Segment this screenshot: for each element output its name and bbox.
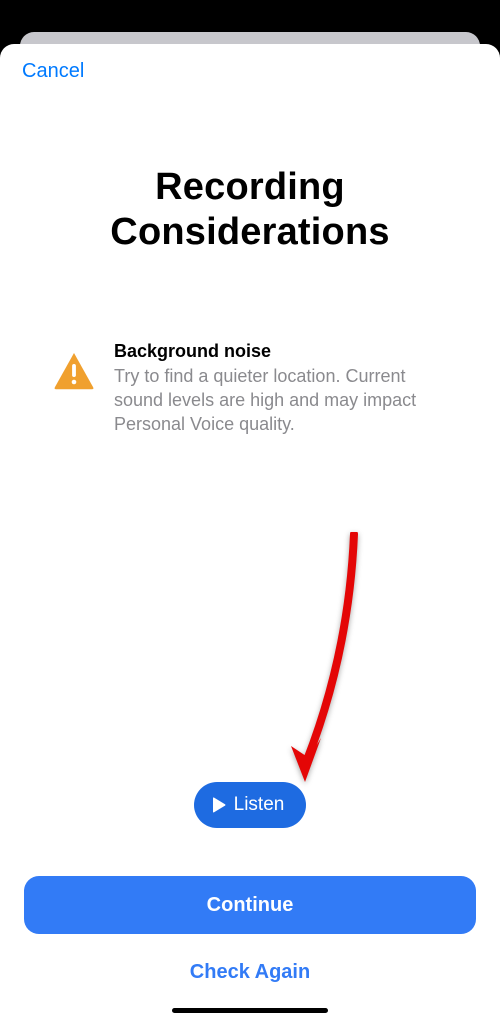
continue-button[interactable]: Continue xyxy=(24,876,476,934)
content-area: Recording Considerations Background nois… xyxy=(0,83,500,876)
annotation-arrow-icon xyxy=(291,532,361,784)
info-description: Try to find a quieter location. Current … xyxy=(114,364,448,437)
info-text: Background noise Try to find a quieter l… xyxy=(114,341,448,437)
cancel-button[interactable]: Cancel xyxy=(22,60,84,83)
check-again-button[interactable]: Check Again xyxy=(24,944,476,1000)
footer: Continue Check Again xyxy=(0,876,500,1031)
page-title: Recording Considerations xyxy=(24,165,476,255)
nav-bar: Cancel xyxy=(0,44,500,83)
home-indicator xyxy=(172,1008,328,1013)
modal-sheet: Cancel Recording Considerations Backgrou… xyxy=(0,44,500,1031)
info-row: Background noise Try to find a quieter l… xyxy=(24,341,476,437)
info-heading: Background noise xyxy=(114,341,448,362)
play-icon xyxy=(212,797,226,813)
listen-label: Listen xyxy=(234,794,285,816)
warning-triangle-icon xyxy=(52,349,96,393)
listen-button[interactable]: Listen xyxy=(194,782,307,828)
listen-button-wrap: Listen xyxy=(24,782,476,828)
